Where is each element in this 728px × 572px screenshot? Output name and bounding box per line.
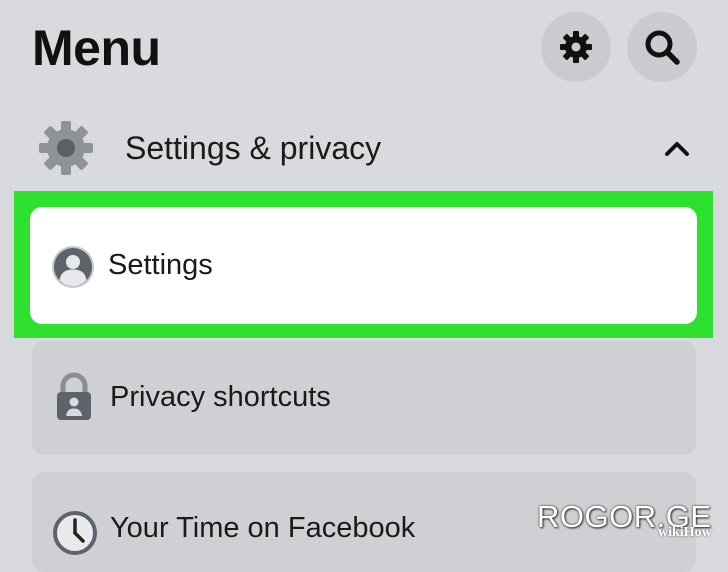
- gear-icon: [560, 31, 592, 63]
- search-button[interactable]: [627, 12, 697, 82]
- gear-icon: [39, 121, 93, 175]
- menu-item-privacy-shortcuts[interactable]: Privacy shortcuts: [32, 341, 696, 455]
- chevron-up-icon[interactable]: [663, 138, 691, 158]
- search-icon: [645, 30, 680, 65]
- wikihow-logo: wikiHow: [658, 525, 712, 540]
- settings-privacy-section[interactable]: Settings & privacy: [36, 116, 696, 184]
- menu-item-label: Settings: [108, 249, 213, 281]
- page-title: Menu: [32, 20, 161, 76]
- clock-icon: [53, 511, 97, 555]
- profile-icon: [52, 246, 94, 288]
- section-label: Settings & privacy: [125, 130, 382, 166]
- menu-item-label: Privacy shortcuts: [110, 381, 331, 413]
- settings-button[interactable]: [541, 12, 611, 82]
- menu-item-settings[interactable]: Settings: [30, 207, 697, 324]
- menu-item-label: Your Time on Facebook: [110, 512, 416, 544]
- lock-icon: [57, 372, 91, 420]
